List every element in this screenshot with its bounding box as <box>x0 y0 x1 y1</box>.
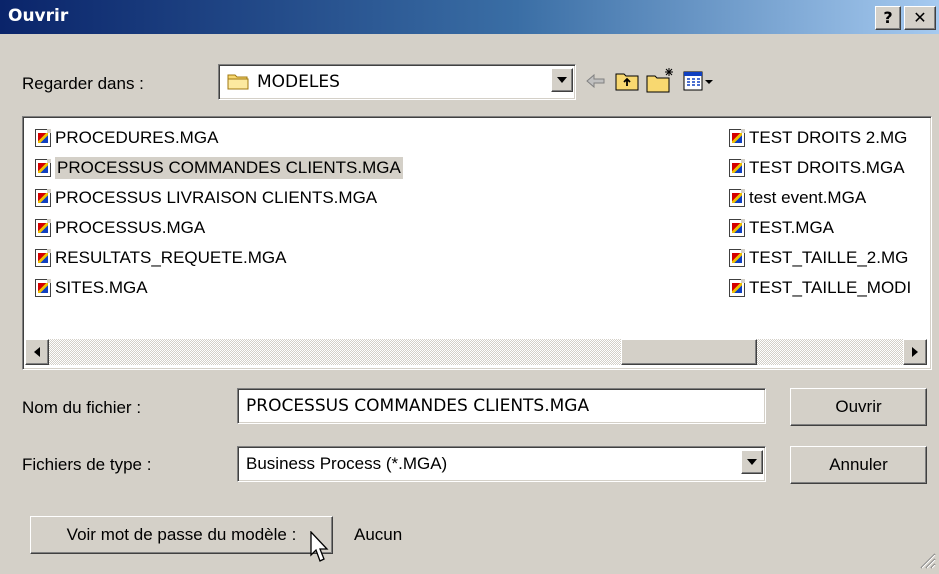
new-folder-icon[interactable] <box>645 66 675 94</box>
filetype-label: Fichiers de type : <box>22 455 152 474</box>
view-password-button[interactable]: Voir mot de passe du modèle : <box>30 516 333 554</box>
close-button[interactable]: ✕ <box>904 6 936 30</box>
file-item[interactable]: test event.MGA <box>729 185 866 211</box>
file-name: PROCEDURES.MGA <box>55 128 219 147</box>
help-button[interactable]: ? <box>875 6 901 30</box>
window-title: Ouvrir <box>8 6 69 26</box>
scroll-track[interactable] <box>49 339 621 365</box>
file-name: TEST DROITS 2.MG <box>749 128 908 147</box>
look-in-label: Regarder dans : <box>22 74 144 93</box>
mouse-cursor-icon <box>310 530 330 565</box>
look-in-value: MODELES <box>257 72 340 92</box>
mga-file-icon <box>729 189 745 207</box>
file-list[interactable]: PROCEDURES.MGA PROCESSUS COMMANDES CLIENT… <box>22 116 932 370</box>
file-name: TEST_TAILLE_2.MG <box>749 248 909 267</box>
file-item[interactable]: TEST DROITS.MGA <box>729 155 905 181</box>
file-name: SITES.MGA <box>55 278 148 297</box>
file-name: PROCESSUS COMMANDES CLIENTS.MGA <box>55 157 403 179</box>
arrow-left-icon <box>34 347 40 357</box>
resize-grip-icon[interactable] <box>918 551 936 569</box>
scroll-track-right[interactable] <box>757 339 903 365</box>
file-item[interactable]: PROCESSUS.MGA <box>35 215 205 241</box>
arrow-right-icon <box>912 347 918 357</box>
scroll-left-button[interactable] <box>25 339 49 365</box>
horizontal-scrollbar[interactable] <box>25 339 927 365</box>
file-item[interactable]: PROCESSUS LIVRAISON CLIENTS.MGA <box>35 185 377 211</box>
file-name: TEST.MGA <box>749 218 835 237</box>
mga-file-icon <box>35 159 51 177</box>
look-in-dropdown-button[interactable] <box>551 68 573 92</box>
filename-value: PROCESSUS COMMANDES CLIENTS.MGA <box>246 396 590 416</box>
mga-file-icon <box>729 159 745 177</box>
close-icon: ✕ <box>913 8 927 27</box>
look-in-combo[interactable]: MODELES <box>218 64 576 100</box>
mga-file-icon <box>35 189 51 207</box>
filename-input[interactable]: PROCESSUS COMMANDES CLIENTS.MGA <box>237 388 766 424</box>
open-button[interactable]: Ouvrir <box>790 388 927 426</box>
file-name: test event.MGA <box>749 188 867 207</box>
file-name: PROCESSUS LIVRAISON CLIENTS.MGA <box>55 188 378 207</box>
mga-file-icon <box>35 249 51 267</box>
file-name: PROCESSUS.MGA <box>55 218 206 237</box>
mga-file-icon <box>35 129 51 147</box>
up-folder-icon[interactable] <box>614 68 640 94</box>
mga-file-icon <box>35 279 51 297</box>
filetype-value: Business Process (*.MGA) <box>246 454 448 473</box>
cancel-button[interactable]: Annuler <box>790 446 927 484</box>
file-item[interactable]: PROCESSUS COMMANDES CLIENTS.MGA <box>35 155 403 181</box>
password-value: Aucun <box>354 525 403 544</box>
filename-label: Nom du fichier : <box>22 398 142 417</box>
scroll-right-button[interactable] <box>903 339 927 365</box>
chevron-down-icon <box>557 77 567 83</box>
back-arrow-icon[interactable] <box>583 68 609 94</box>
filetype-dropdown-button[interactable] <box>741 450 763 474</box>
view-menu-icon[interactable] <box>682 68 716 94</box>
file-name: TEST_TAILLE_MODI <box>749 278 912 297</box>
chevron-down-icon <box>747 459 757 465</box>
mga-file-icon <box>729 249 745 267</box>
file-item[interactable]: SITES.MGA <box>35 275 148 301</box>
file-item[interactable]: RESULTATS_REQUETE.MGA <box>35 245 286 271</box>
file-name: TEST DROITS.MGA <box>749 158 905 177</box>
file-item[interactable]: TEST_TAILLE_MODI <box>729 275 911 301</box>
file-item[interactable]: TEST DROITS 2.MG <box>729 125 907 151</box>
file-item[interactable]: PROCEDURES.MGA <box>35 125 218 151</box>
mga-file-icon <box>729 279 745 297</box>
mga-file-icon <box>729 219 745 237</box>
mga-file-icon <box>729 129 745 147</box>
mga-file-icon <box>35 219 51 237</box>
filetype-combo[interactable]: Business Process (*.MGA) <box>237 446 766 482</box>
file-name: RESULTATS_REQUETE.MGA <box>55 248 287 267</box>
file-item[interactable]: TEST.MGA <box>729 215 834 241</box>
scroll-thumb[interactable] <box>621 339 757 365</box>
title-bar[interactable]: Ouvrir ? ✕ <box>0 0 939 34</box>
file-item[interactable]: TEST_TAILLE_2.MG <box>729 245 908 271</box>
folder-icon <box>227 72 249 90</box>
